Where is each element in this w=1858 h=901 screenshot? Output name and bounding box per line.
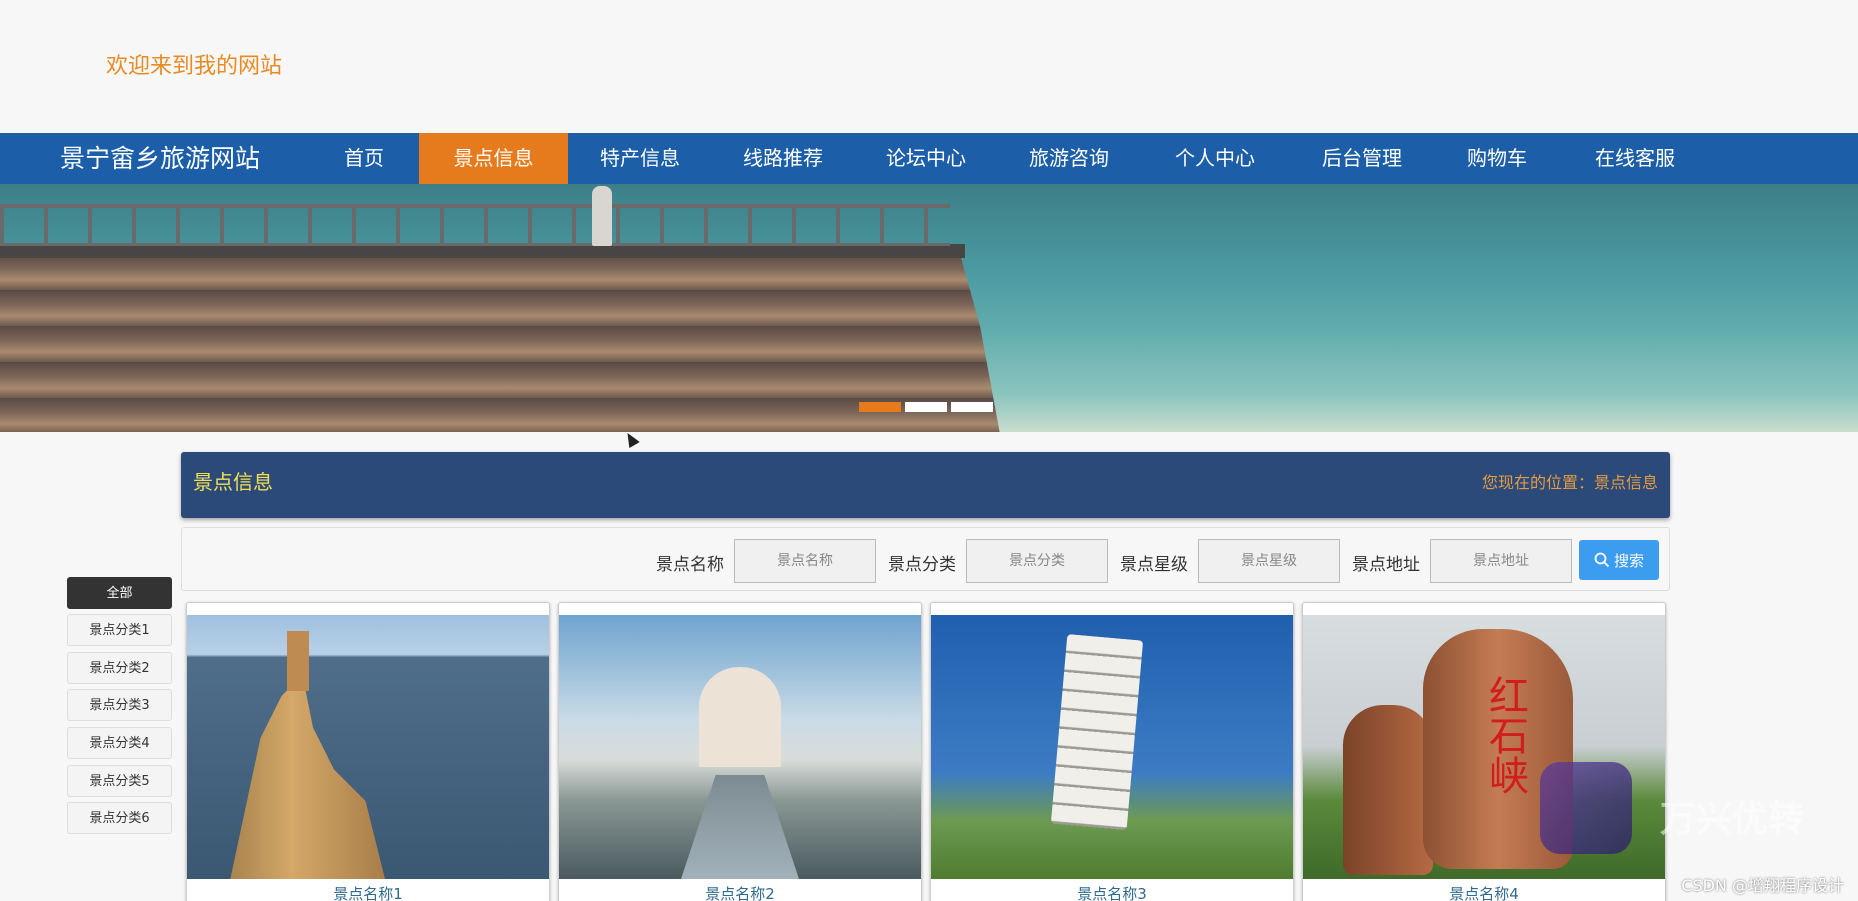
- category-6[interactable]: 景点分类6: [67, 802, 172, 834]
- rock-inscription: 红石峡: [1482, 675, 1528, 795]
- search-button[interactable]: 搜索: [1579, 540, 1659, 580]
- nav-admin[interactable]: 后台管理: [1302, 133, 1422, 184]
- welcome-text: 欢迎来到我的网站: [106, 54, 283, 79]
- reflecting-pool-shape: [679, 775, 801, 879]
- address-input[interactable]: [1430, 539, 1572, 583]
- search-button-label: 搜索: [1613, 552, 1644, 570]
- page: 欢迎来到我的网站 景宁畲乡旅游网站 首页 景点信息 特产信息 线路推荐 论坛中心…: [0, 0, 1858, 901]
- rating-label: 景点星级: [1120, 555, 1188, 575]
- attraction-card[interactable]: 景点名称2: [558, 602, 922, 901]
- nav-forum[interactable]: 论坛中心: [866, 133, 986, 184]
- banner-pier-edge: [0, 244, 965, 258]
- rating-input[interactable]: [1198, 539, 1340, 583]
- nav-cart[interactable]: 购物车: [1447, 133, 1547, 184]
- attraction-card[interactable]: 景点名称1: [186, 602, 550, 901]
- site-name[interactable]: 景宁畲乡旅游网站: [60, 133, 260, 184]
- attraction-card[interactable]: 景点名称3: [930, 602, 1294, 901]
- section-title: 景点信息: [193, 470, 273, 494]
- attraction-name[interactable]: 景点名称1: [187, 883, 549, 901]
- nav-consult[interactable]: 旅游咨询: [1009, 133, 1129, 184]
- leaning-tower-shape: [1050, 634, 1144, 830]
- attraction-image: [187, 615, 549, 879]
- search-icon: [1594, 552, 1610, 568]
- category-all[interactable]: 全部: [67, 577, 172, 609]
- nav-attractions[interactable]: 景点信息: [419, 133, 568, 184]
- name-input[interactable]: [734, 539, 876, 583]
- breadcrumb: 您现在的位置：景点信息: [1481, 473, 1658, 492]
- attraction-image: [559, 615, 921, 879]
- mouse-cursor-icon: [622, 429, 640, 449]
- category-input[interactable]: [966, 539, 1108, 583]
- nav-service[interactable]: 在线客服: [1575, 133, 1695, 184]
- palace-shape: [699, 667, 781, 767]
- section-header: 景点信息 您现在的位置：景点信息: [181, 452, 1670, 518]
- brand-watermark-logo: [1540, 762, 1632, 854]
- attraction-card[interactable]: 红石峡 景点名称4: [1302, 602, 1666, 901]
- csdn-watermark: CSDN @增翔程序设计: [1681, 876, 1844, 895]
- nav-profile[interactable]: 个人中心: [1155, 133, 1275, 184]
- banner-dot-2[interactable]: [905, 402, 947, 412]
- watchtower-shape: [287, 631, 309, 691]
- search-bar: 景点名称 景点分类 景点星级 景点地址 搜索: [181, 527, 1670, 591]
- category-label: 景点分类: [888, 555, 956, 575]
- nav-specialties[interactable]: 特产信息: [580, 133, 700, 184]
- category-5[interactable]: 景点分类5: [67, 765, 172, 797]
- nav-routes[interactable]: 线路推荐: [723, 133, 843, 184]
- brand-watermark: 万兴优转: [1660, 799, 1805, 840]
- cliff-shape: [229, 675, 387, 879]
- banner-pier-image: [0, 254, 1000, 432]
- banner-dot-1[interactable]: [859, 402, 901, 412]
- attraction-image: [931, 615, 1293, 879]
- attraction-name[interactable]: 景点名称2: [559, 883, 921, 901]
- banner-statue: [592, 186, 612, 246]
- address-label: 景点地址: [1352, 555, 1420, 575]
- nav-home[interactable]: 首页: [322, 133, 406, 184]
- category-4[interactable]: 景点分类4: [67, 727, 172, 759]
- name-label: 景点名称: [656, 555, 724, 575]
- attraction-name[interactable]: 景点名称3: [931, 883, 1293, 901]
- category-2[interactable]: 景点分类2: [67, 652, 172, 684]
- main-nav: 景宁畲乡旅游网站 首页 景点信息 特产信息 线路推荐 论坛中心 旅游咨询 个人中…: [0, 133, 1858, 184]
- small-rock-shape: [1343, 705, 1433, 875]
- attraction-name[interactable]: 景点名称4: [1303, 883, 1665, 901]
- hero-banner[interactable]: [0, 184, 1858, 432]
- banner-railing: [0, 204, 950, 246]
- category-3[interactable]: 景点分类3: [67, 689, 172, 721]
- category-1[interactable]: 景点分类1: [67, 614, 172, 646]
- banner-dot-3[interactable]: [951, 402, 993, 412]
